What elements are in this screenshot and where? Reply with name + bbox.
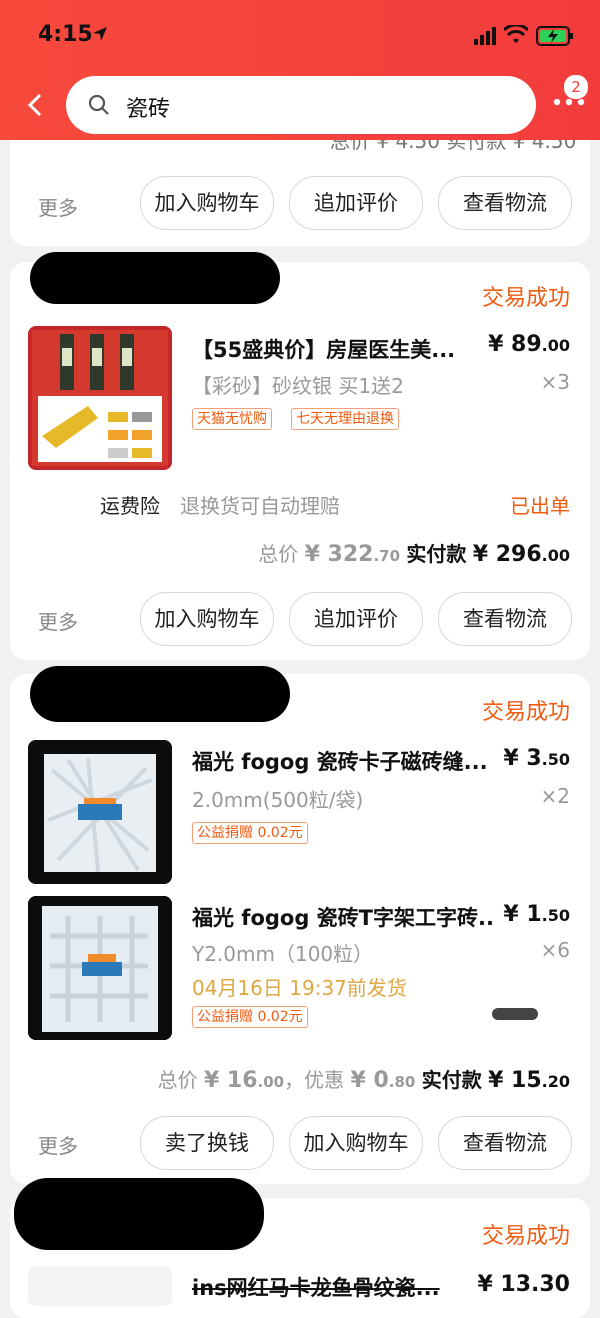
location-arrow-icon	[93, 27, 107, 41]
order-card: 交易成功 【55盛典价】房屋医生美... ¥ 89.00 【彩砂】砂纹银 买1送…	[10, 252, 590, 660]
order-status: 交易成功	[481, 700, 570, 725]
discount-label: ，优惠	[284, 1068, 345, 1092]
add-review-button[interactable]: 追加评价	[289, 176, 423, 230]
paid-integer: ¥ 296	[472, 542, 542, 567]
product-image[interactable]	[28, 326, 172, 470]
paid-decimal: .20	[541, 1072, 570, 1091]
paid-label: 实付款	[406, 542, 467, 566]
view-logistics-button[interactable]: 查看物流	[438, 176, 572, 230]
redacted-shop-name	[30, 252, 280, 304]
total-label: 总价	[258, 542, 299, 566]
order-card: 交易成功 ins网红马卡龙鱼骨纹瓷... ¥ 13.30	[10, 1178, 590, 1318]
order-status: 交易成功	[481, 286, 570, 311]
redacted-shop-name	[30, 666, 290, 722]
more-link[interactable]: 更多	[38, 1130, 78, 1159]
product-price: ¥ 89.00	[488, 332, 570, 357]
price-integer: ¥ 1	[503, 902, 542, 927]
product-title[interactable]: 福光 fogog 瓷砖卡子磁砖缝...	[192, 746, 492, 776]
view-logistics-button[interactable]: 查看物流	[438, 1116, 572, 1170]
charity-tag: 公益捐赠 0.02元	[192, 822, 308, 844]
service-tag: 七天无理由退换	[291, 408, 399, 430]
product-price: ¥ 3.50	[503, 746, 570, 771]
more-link[interactable]: 更多	[38, 606, 78, 635]
price-integer: ¥ 3	[503, 746, 542, 771]
view-logistics-button[interactable]: 查看物流	[438, 592, 572, 646]
product-spec: Y2.0mm（100粒）	[192, 942, 374, 966]
product-spec: 【彩砂】砂纹银 买1送2	[192, 374, 404, 398]
product-image[interactable]	[28, 740, 172, 884]
product-thumbnail-art	[32, 330, 168, 466]
total-label: 总价	[157, 1068, 198, 1092]
price-integer: ¥ 89	[488, 332, 542, 357]
product-quantity: ×3	[540, 370, 570, 394]
add-to-cart-button[interactable]: 加入购物车	[140, 592, 274, 646]
paid-integer: ¥ 15	[488, 1068, 542, 1093]
redacted-mark	[492, 1008, 538, 1020]
redacted-shop-name	[14, 1178, 264, 1250]
search-query: 瓷砖	[126, 97, 171, 122]
paid-decimal: .00	[541, 546, 570, 565]
service-tag: 天猫无忧购	[192, 408, 272, 430]
product-spec: 2.0mm(500粒/袋)	[192, 788, 364, 812]
add-to-cart-button[interactable]: 加入购物车	[289, 1116, 423, 1170]
order-card: 交易成功 福光 fogog 瓷砖卡子磁砖缝... ¥ 3.50 2.0mm(50…	[10, 666, 590, 1184]
product-title[interactable]: 福光 fogog 瓷砖T字架工字砖...	[192, 902, 492, 932]
discount-integer: ¥ 0	[350, 1068, 389, 1093]
status-bar: 4:15	[0, 0, 600, 64]
total-integer: ¥ 322	[304, 542, 374, 567]
total-integer: ¥ 16	[203, 1068, 258, 1093]
product-title[interactable]: ins网红马卡龙鱼骨纹瓷...	[192, 1272, 492, 1302]
status-time: 4:15	[38, 22, 93, 47]
product-price: ¥ 13.30	[477, 1272, 570, 1297]
price-decimal: .00	[541, 336, 570, 355]
search-bar[interactable]: 瓷砖	[66, 76, 536, 134]
back-arrow-icon[interactable]	[24, 92, 46, 118]
add-review-button[interactable]: 追加评价	[289, 592, 423, 646]
price-decimal: .50	[541, 750, 570, 769]
battery-charging-icon	[536, 26, 573, 46]
product-price: ¥ 1.50	[503, 902, 570, 927]
order-status: 交易成功	[481, 1224, 570, 1249]
total-decimal: .70	[373, 547, 401, 565]
resell-button[interactable]: 卖了换钱	[140, 1116, 274, 1170]
discount-decimal: .80	[388, 1073, 416, 1091]
insurance-status: 已出单	[510, 494, 570, 518]
product-image[interactable]	[28, 896, 172, 1040]
order-totals: 总价 ¥ 16.00，优惠 ¥ 0.80 实付款 ¥ 15.20	[158, 1064, 570, 1093]
product-title[interactable]: 【55盛典价】房屋医生美...	[192, 334, 492, 364]
paid-label: 实付款	[421, 1068, 482, 1092]
ship-deadline: 04月16日 19:37前发货	[192, 976, 407, 1000]
shipping-insurance-text: 退换货可自动理赔	[180, 494, 340, 518]
product-thumbnail-art	[28, 740, 172, 884]
total-decimal: .00	[257, 1073, 285, 1091]
price-decimal: .50	[541, 906, 570, 925]
add-to-cart-button[interactable]: 加入购物车	[140, 176, 274, 230]
wifi-icon	[504, 25, 528, 43]
product-quantity: ×2	[540, 784, 570, 808]
message-count-badge: 2	[563, 74, 589, 100]
more-link[interactable]: 更多	[38, 192, 78, 221]
top-bar: 4:15 瓷砖 2	[0, 0, 600, 140]
order-totals: 总价 ¥ 322.70 实付款 ¥ 296.00	[258, 538, 570, 567]
charity-tag: 公益捐赠 0.02元	[192, 1006, 308, 1028]
product-quantity: ×6	[540, 938, 570, 962]
shipping-insurance-label: 运费险	[100, 494, 160, 518]
cellular-signal-icon	[474, 27, 496, 45]
search-icon	[88, 94, 109, 115]
product-thumbnail-art	[28, 896, 172, 1040]
product-image[interactable]	[28, 1266, 172, 1306]
